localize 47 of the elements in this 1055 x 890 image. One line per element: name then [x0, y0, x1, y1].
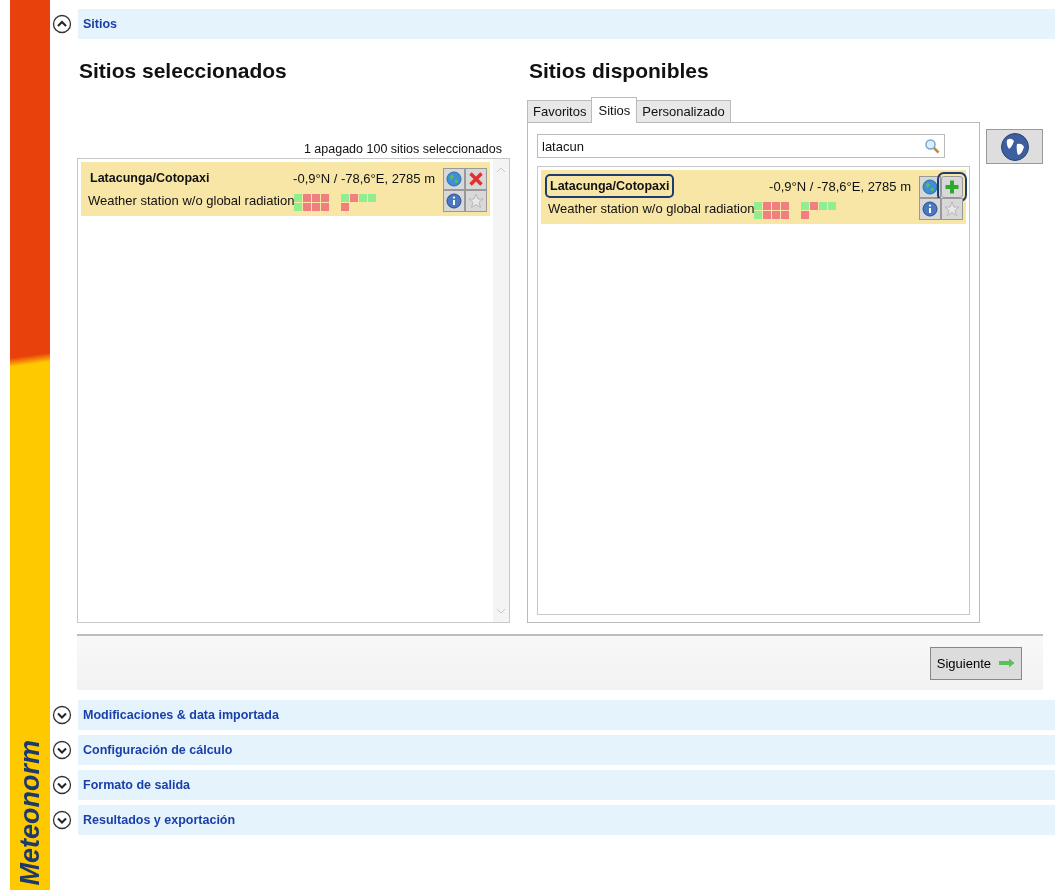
expand-icon[interactable] — [52, 740, 72, 760]
site-name: Latacunga/Cotopaxi — [89, 170, 211, 187]
tab[interactable]: Personalizado — [636, 100, 731, 122]
site-coordinates: -0,9°N / -78,6°E, 2785 m — [293, 170, 436, 186]
close-icon — [468, 171, 484, 187]
section-header[interactable]: Formato de salida — [78, 770, 1055, 800]
section-header[interactable]: Sitios — [78, 9, 1055, 39]
globe-button[interactable] — [919, 176, 941, 198]
section-header[interactable]: Modificaciones & data importada — [78, 700, 1055, 730]
selection-count: 1 apagado 100 sitios seleccionados — [302, 142, 503, 158]
site-name: Latacunga/Cotopaxi — [545, 174, 675, 198]
expand-icon[interactable] — [52, 775, 72, 795]
star-icon — [944, 201, 960, 217]
quality-grid — [294, 194, 330, 211]
remove-button[interactable] — [465, 168, 487, 190]
search-field[interactable]: latacun — [537, 134, 945, 158]
site-list-item[interactable]: Latacunga/Cotopaxi -0,9°N / -78,6°E, 2785 m Weather station w/o global radiation — [81, 162, 490, 216]
quality-grid — [754, 202, 790, 219]
map-button[interactable] — [986, 129, 1043, 164]
info-icon — [922, 201, 938, 217]
quality-grid — [801, 202, 837, 219]
panel-heading: Sitios seleccionados — [79, 59, 288, 84]
site-coordinates: -0,9°N / -78,6°E, 2785 m — [769, 178, 912, 194]
expand-icon[interactable] — [52, 810, 72, 830]
expand-icon[interactable] — [52, 705, 72, 725]
globe-icon — [446, 171, 462, 187]
quality-grid — [341, 194, 377, 211]
globe-icon — [999, 131, 1030, 162]
tab[interactable]: Sitios — [591, 97, 638, 123]
plus-icon — [944, 179, 960, 195]
info-button[interactable] — [919, 198, 941, 220]
section-header[interactable]: Resultados y exportación — [78, 805, 1055, 835]
info-button[interactable] — [443, 190, 465, 212]
collapse-icon[interactable] — [52, 14, 72, 34]
site-description: Weather station w/o global radiation — [548, 200, 755, 218]
panel-heading: Sitios disponibles — [529, 59, 710, 84]
brand-logo: Meteonorm — [16, 740, 44, 886]
search-icon — [924, 138, 940, 154]
star-icon — [468, 193, 484, 209]
info-icon — [446, 193, 462, 209]
arrow-right-icon — [999, 658, 1015, 668]
next-button[interactable]: Siguiente — [929, 646, 1022, 680]
globe-icon — [922, 179, 938, 195]
tab[interactable]: Favoritos — [527, 100, 593, 122]
site-description: Weather station w/o global radiation — [88, 192, 295, 210]
section-header[interactable]: Configuración de cálculo — [78, 735, 1055, 765]
site-list-item[interactable]: Latacunga/Cotopaxi -0,9°N / -78,6°E, 2785 m Weather station w/o global radiation — [541, 170, 966, 224]
